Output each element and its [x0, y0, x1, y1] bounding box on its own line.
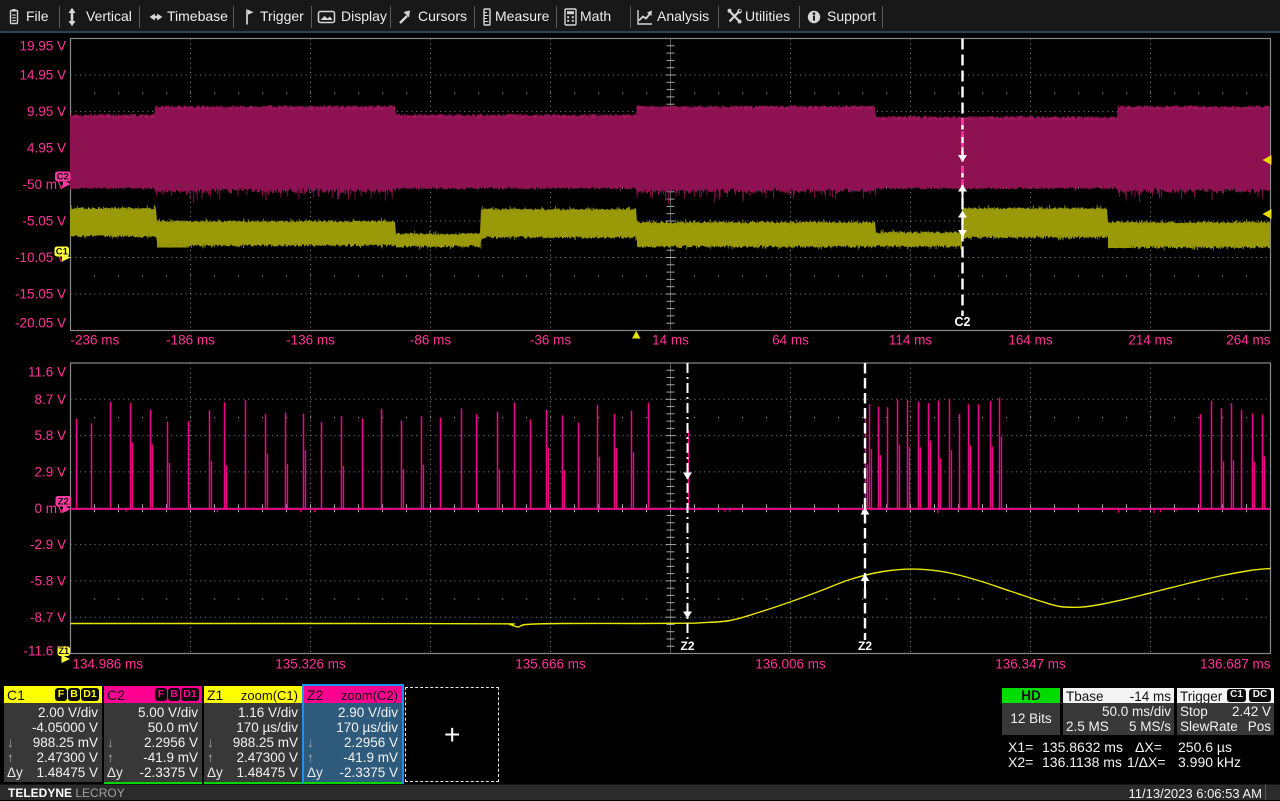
svg-text:C2: C2	[57, 172, 69, 183]
svg-text:-15.05 V: -15.05 V	[15, 287, 66, 302]
svg-text:-136 ms: -136 ms	[286, 333, 335, 348]
svg-text:14.95 V: 14.95 V	[19, 68, 66, 83]
svg-text:214 ms: 214 ms	[1128, 333, 1173, 348]
svg-text:-186 ms: -186 ms	[166, 333, 215, 348]
svg-text:136.006 ms: 136.006 ms	[755, 657, 826, 672]
svg-text:Z2: Z2	[858, 639, 872, 653]
svg-text:C2: C2	[955, 315, 971, 329]
svg-text:114 ms: 114 ms	[889, 333, 933, 348]
svg-text:11.6 V: 11.6 V	[28, 365, 66, 380]
svg-text:9.95 V: 9.95 V	[27, 104, 66, 119]
svg-text:135.326 ms: 135.326 ms	[275, 657, 346, 672]
svg-text:135.666 ms: 135.666 ms	[515, 657, 586, 672]
svg-text:-8.7 V: -8.7 V	[30, 610, 66, 625]
svg-text:14 ms: 14 ms	[652, 333, 689, 348]
svg-text:-20.05 V: -20.05 V	[15, 316, 66, 331]
svg-text:-2.9 V: -2.9 V	[30, 537, 66, 552]
svg-text:64 ms: 64 ms	[772, 333, 809, 348]
svg-text:-5.8 V: -5.8 V	[30, 574, 66, 589]
svg-text:Z2: Z2	[680, 639, 694, 653]
svg-text:2.9 V: 2.9 V	[34, 465, 66, 480]
svg-text:136.687 ms: 136.687 ms	[1200, 657, 1271, 672]
svg-text:5.8 V: 5.8 V	[34, 428, 66, 443]
svg-text:-86 ms: -86 ms	[410, 333, 452, 348]
svg-text:Z1: Z1	[59, 646, 70, 656]
svg-text:134.986 ms: 134.986 ms	[73, 657, 144, 672]
svg-text:-236 ms: -236 ms	[71, 333, 120, 348]
svg-text:8.7 V: 8.7 V	[34, 392, 66, 407]
svg-text:164 ms: 164 ms	[1008, 333, 1053, 348]
svg-text:19.95 V: 19.95 V	[19, 39, 66, 54]
svg-text:264 ms: 264 ms	[1226, 333, 1271, 348]
svg-text:-5.05 V: -5.05 V	[22, 214, 66, 229]
svg-text:136.347 ms: 136.347 ms	[995, 657, 1066, 672]
svg-text:4.95 V: 4.95 V	[27, 141, 66, 156]
svg-text:-36 ms: -36 ms	[530, 333, 572, 348]
